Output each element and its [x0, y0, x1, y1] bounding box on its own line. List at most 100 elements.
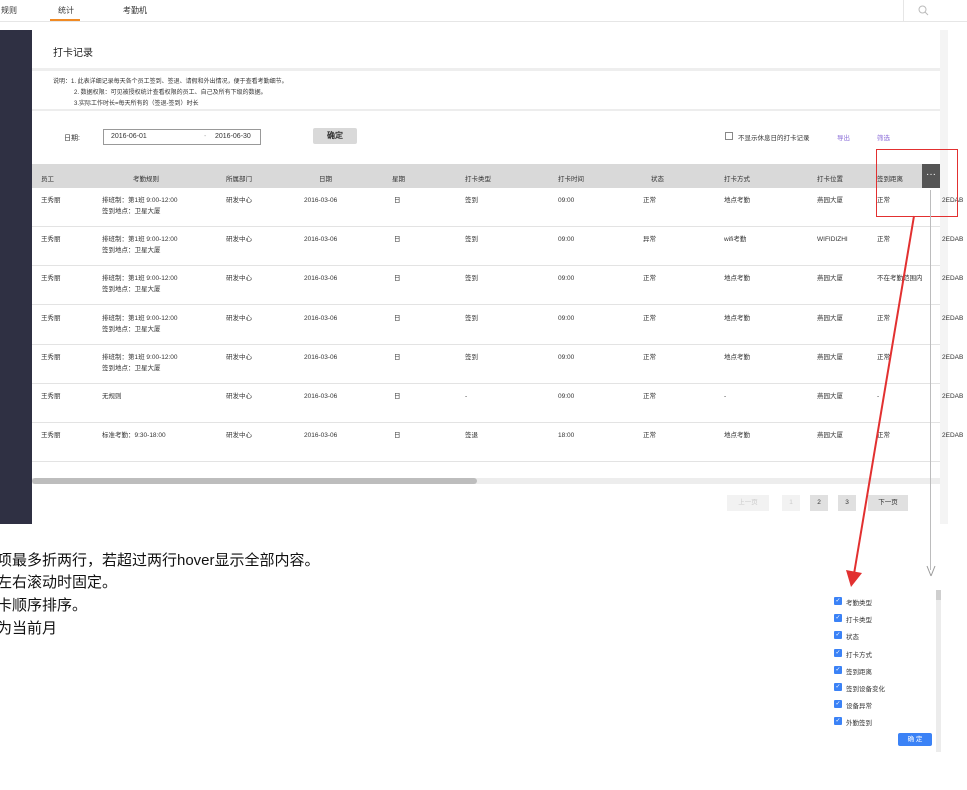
table-header: 员工 考勤规则 所属部门 日期 星期 打卡类型 打卡时间 状态 打卡方式 打卡位…: [32, 164, 940, 188]
cell-time: 09:00: [558, 236, 575, 244]
cell-date: 2016-03-06: [304, 353, 338, 361]
table-row[interactable]: 王秀丽 标准考勤：9:30-18:00 研发中心 2016-03-06 日 签退 18:00…: [32, 423, 963, 463]
tab-rules[interactable]: 规则: [1, 5, 17, 16]
cell-location: 燕园大厦: [817, 314, 843, 322]
cell-date: 2016-03-06: [304, 197, 338, 204]
cell-weekday: 日: [394, 314, 401, 322]
panel-scrollbar[interactable]: [936, 590, 941, 752]
cell-weekday: 日: [394, 236, 401, 244]
page-2-button[interactable]: 2: [810, 495, 828, 511]
cell-weekday: 日: [394, 353, 401, 361]
cell-dept: 研发中心: [226, 393, 252, 400]
table-row[interactable]: 王秀丽 排班制：第1班 9:00-12:00 签到地点：卫星大厦 研发中心 2016-0…: [32, 266, 963, 306]
col-rule: 考勤规则: [133, 176, 159, 183]
cell-time: 09:00: [558, 314, 575, 322]
date-label: 日期:: [64, 135, 80, 142]
table-row[interactable]: 王秀丽 排班制：第1班 9:00-12:00 签到地点：卫星大厦 研发中心 2016-0…: [32, 188, 963, 227]
cell-method: 地点考勤: [724, 353, 750, 361]
export-link[interactable]: 导出: [837, 132, 850, 142]
panel-scrollbar-thumb[interactable]: [936, 590, 941, 600]
cell-method: wifi考勤: [724, 236, 747, 244]
tab-attendance-machine[interactable]: 考勤机: [123, 5, 147, 16]
col-type: 打卡类型: [465, 176, 491, 183]
search-button[interactable]: [903, 0, 943, 22]
horizontal-scrollbar[interactable]: [32, 478, 940, 484]
cell-distance: 正常: [877, 353, 890, 361]
requirement-note: 项最多折两行，若超过两行hover显示全部内容。: [0, 552, 320, 569]
left-sidebar: [0, 30, 32, 524]
cell-extra: 2EDAB: [942, 353, 964, 361]
column-option-label: 签到距离: [846, 668, 872, 676]
checkbox-checked-icon[interactable]: ✓: [834, 665, 842, 674]
end-date[interactable]: 2016-06-30: [215, 133, 251, 140]
search-icon: [918, 5, 929, 16]
cell-weekday: 日: [394, 197, 401, 204]
column-option-label: 签到设备变化: [846, 686, 885, 693]
confirm-button[interactable]: 确定: [313, 128, 357, 144]
cell-location: 燕园大厦: [817, 275, 843, 283]
cell-distance: 不在考勤范围内: [877, 275, 923, 283]
requirement-note: 为当前月: [0, 620, 58, 637]
hide-holiday-label: 不显示休息日的打卡记录: [738, 135, 810, 142]
cell-type: 签到: [465, 314, 478, 322]
active-tab-indicator: [50, 19, 80, 21]
page-3-button[interactable]: 3: [838, 495, 856, 511]
cell-date: 2016-03-06: [304, 432, 338, 440]
note-line: 2. 数据权限：可见被授权统计查看权限的员工、自己及所有下级的数据。: [74, 90, 267, 96]
next-page-button[interactable]: 下一页: [868, 495, 908, 511]
cell-distance: 正常: [877, 314, 890, 322]
cell-type: 签到: [465, 353, 478, 361]
hide-holiday-checkbox[interactable]: [725, 132, 733, 140]
cell-rule-location: 签到地点：卫星大厦: [102, 286, 161, 294]
top-nav-bar: 规则 统计 考勤机: [0, 0, 967, 22]
filter-link[interactable]: 筛选: [877, 132, 890, 142]
column-selector-panel: ✓ 考勤类型 ✓ 打卡类型 ✓ 状态 ✓ 打卡方式 ✓ 签到距离 ✓ 签到设备变化 ✓ 设备异常 ✓ 外勤签到…: [826, 590, 941, 752]
table-row[interactable]: 王秀丽 排班制：第1班 9:00-12:00 签到地点：卫星大厦 研发中心 2016-0…: [32, 306, 963, 345]
checkbox-checked-icon[interactable]: ✓: [834, 717, 842, 726]
cell-type: 签退: [465, 432, 478, 440]
col-method: 打卡方式: [724, 176, 750, 183]
col-location: 打卡位置: [817, 176, 843, 183]
cell-dept: 研发中心: [226, 197, 252, 204]
col-time: 打卡时间: [558, 176, 584, 183]
checkbox-checked-icon[interactable]: ✓: [834, 614, 842, 623]
table-row[interactable]: 王秀丽 排班制：第1班 9:00-12:00 签到地点：卫星大厦 研发中心 2016-0…: [32, 345, 963, 384]
date-range-input[interactable]: 2016-06-01 - 2016-06-30: [103, 129, 261, 145]
note-line: 3.实际工作时长=每天所有的（签退-签到）时长: [74, 101, 199, 107]
cell-employee: 王秀丽: [41, 197, 61, 204]
start-date[interactable]: 2016-06-01: [111, 133, 147, 140]
cell-method: -: [724, 393, 727, 400]
tab-statistics[interactable]: 统计: [58, 5, 74, 16]
annotation-highlight-box: [876, 149, 958, 217]
column-confirm-button[interactable]: 确 定: [898, 733, 932, 746]
prev-page-button[interactable]: 上一页: [727, 495, 769, 511]
cell-rule: 排班制：第1班 9:00-12:00: [102, 275, 178, 283]
cell-distance: 正常: [877, 432, 890, 440]
cell-rule-location: 签到地点：卫星大厦: [102, 247, 161, 255]
checkbox-checked-icon[interactable]: ✓: [834, 597, 842, 605]
checkbox-checked-icon[interactable]: ✓: [834, 631, 842, 640]
checkbox-checked-icon[interactable]: ✓: [834, 700, 842, 709]
main-panel: 打卡记录 说明：1. 此表详细记录每天各个员工签到、签退、请假和外出情况，便于查…: [32, 30, 963, 524]
cell-dept: 研发中心: [226, 236, 252, 244]
checkbox-checked-icon[interactable]: ✓: [834, 683, 842, 691]
page-1-button[interactable]: 1: [782, 495, 800, 511]
cell-employee: 王秀丽: [41, 275, 61, 283]
column-option-label: 状态: [846, 634, 859, 642]
scrollbar-thumb[interactable]: [32, 478, 477, 484]
cell-rule: 排班制：第1班 9:00-12:00: [102, 197, 178, 204]
cell-type: -: [465, 393, 468, 400]
cell-rule: 排班制：第1班 9:00-12:00: [102, 236, 178, 244]
col-weekday: 星期: [392, 176, 405, 183]
cell-type: 签到: [465, 197, 478, 204]
table-row[interactable]: 王秀丽 排班制：第1班 9:00-12:00 签到地点：卫星大厦 研发中心 2016-0…: [32, 227, 963, 267]
cell-status: 正常: [643, 353, 656, 361]
cell-location: 燕园大厦: [817, 432, 843, 440]
cell-type: 签到: [465, 275, 478, 283]
table-row[interactable]: 王秀丽 无规则 研发中心 2016-03-06 日 - 09:00 正常 - 燕园大厦 - 2EDAB: [32, 384, 963, 423]
cell-time: 09:00: [558, 197, 575, 204]
checkbox-checked-icon[interactable]: ✓: [834, 648, 842, 657]
note-line: 说明：1. 此表详细记录每天各个员工签到、签退、请假和外出情况，便于查看考勤细节…: [53, 79, 288, 85]
cell-status: 正常: [643, 393, 656, 400]
column-option-label: 打卡类型: [846, 617, 872, 625]
